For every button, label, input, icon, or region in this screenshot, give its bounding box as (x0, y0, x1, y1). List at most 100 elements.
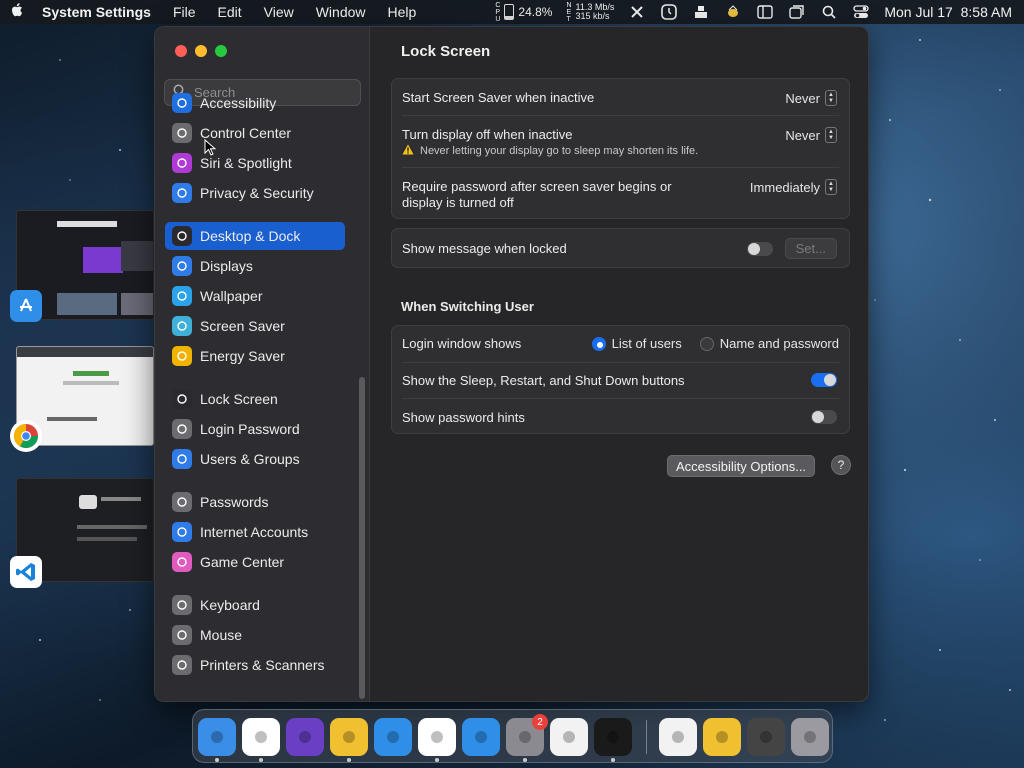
sidebar-item-label: Accessibility (200, 95, 277, 111)
password-hints-toggle[interactable] (811, 410, 837, 424)
bee-menu-icon[interactable] (724, 4, 742, 20)
safari-icon[interactable] (374, 718, 412, 756)
zoom-button[interactable] (215, 45, 227, 57)
sidebar-item-label: Desktop & Dock (200, 228, 301, 244)
menu-bar-status: C P U 24.8% N E T 11.3 Mb/s 315 kb/s Mon… (495, 0, 1012, 24)
menu-bar: System Settings File Edit View Window He… (0, 0, 1024, 24)
cpu-bar (504, 4, 515, 20)
sidebar-toggle-icon[interactable] (756, 4, 774, 20)
sidebar-scrollbar[interactable] (359, 377, 365, 699)
app-name-menu[interactable]: System Settings (42, 4, 151, 20)
sidebar-item-wallpaper[interactable]: Wallpaper (165, 282, 345, 310)
sidebar-item-displays[interactable]: Displays (165, 252, 345, 280)
control-center-icon (172, 123, 192, 143)
sidebar-item-internet-accounts[interactable]: Internet Accounts (165, 518, 345, 546)
running-indicator (215, 758, 219, 762)
sidebar-item-energy-saver[interactable]: Energy Saver (165, 342, 345, 370)
sidebar-item-passwords[interactable]: Passwords (165, 488, 345, 516)
document-icon[interactable] (659, 718, 697, 756)
downloads-icon[interactable] (747, 718, 785, 756)
sidebar-item-screen-saver[interactable]: Screen Saver (165, 312, 345, 340)
page-title: Lock Screen (401, 43, 491, 60)
sidebar-item-label: Printers & Scanners (200, 657, 325, 673)
menu-edit[interactable]: Edit (218, 4, 242, 20)
accessibility-icon (172, 93, 192, 113)
chevron-updown-icon: ▲ ▼ (825, 179, 837, 195)
chrome-thumb-icon[interactable] (10, 420, 42, 452)
sleep-restart-toggle[interactable] (811, 373, 837, 387)
settings-sidebar: Accessibility Control Center Siri & Spotli… (155, 27, 370, 701)
cpu-percent: 24.8% (518, 5, 553, 19)
vscode-icon[interactable] (242, 718, 280, 756)
network-monitor[interactable]: N E T 11.3 Mb/s 315 kb/s (566, 2, 614, 23)
lock-message-group: Show message when locked Set... (391, 228, 850, 268)
sidebar-item-keyboard[interactable]: Keyboard (165, 591, 345, 619)
menu-view[interactable]: View (264, 4, 294, 20)
password-hints-label: Show password hints (402, 410, 525, 425)
apple-menu-icon[interactable] (10, 2, 36, 23)
gear-icon[interactable]: 2 (506, 714, 548, 756)
menu-help[interactable]: Help (388, 4, 417, 20)
close-button[interactable] (175, 45, 187, 57)
tools-icon[interactable] (628, 4, 646, 20)
minimize-button[interactable] (195, 45, 207, 57)
radio-list-of-users[interactable]: List of users (591, 336, 682, 351)
app-store-thumb-icon[interactable] (10, 290, 42, 322)
set-message-button[interactable]: Set... (784, 238, 837, 259)
sidebar-item-users-groups[interactable]: Users & Groups (165, 445, 345, 473)
notification-badge: 2 (532, 714, 548, 730)
bee-icon[interactable] (703, 718, 741, 756)
mouse-pointer-icon (204, 139, 216, 156)
display-off-select[interactable]: Never ▲ ▼ (785, 127, 837, 143)
sidebar-item-login-password[interactable]: Login Password (165, 415, 345, 443)
require-password-label-line2: display is turned off (402, 195, 514, 210)
system-settings-window: Accessibility Control Center Siri & Spotli… (154, 26, 869, 702)
accessibility-options-button[interactable]: Accessibility Options... (667, 455, 816, 477)
siri-icon (172, 153, 192, 173)
visual-studio-icon[interactable] (286, 718, 324, 756)
sidebar-item-privacy-security[interactable]: Privacy & Security (165, 179, 345, 207)
sidebar-item-printers-scanners[interactable]: Printers & Scanners (165, 651, 345, 679)
finder-icon[interactable] (198, 718, 236, 756)
menu-bar-clock[interactable]: Mon Jul 17 8:58 AM (884, 4, 1012, 20)
chrome-icon[interactable] (418, 718, 456, 756)
sidebar-item-label: Keyboard (200, 597, 260, 613)
windows-icon[interactable] (788, 4, 806, 20)
password-hints-row: Show password hints (392, 410, 849, 430)
sidebar-item-lock-screen[interactable]: Lock Screen (165, 385, 345, 413)
login-window-row: Login window shows List of users Name an… (392, 336, 849, 356)
require-password-select[interactable]: Immediately ▲ ▼ (750, 179, 837, 195)
radio-name-and-password[interactable]: Name and password (699, 336, 839, 351)
clock-app-icon[interactable] (660, 4, 678, 20)
sidebar-item-mouse[interactable]: Mouse (165, 621, 345, 649)
pen-icon[interactable] (550, 718, 588, 756)
sidebar-item-control-center[interactable]: Control Center (165, 119, 345, 147)
sidebar-item-label: Internet Accounts (200, 524, 309, 540)
sidebar-item-game-center[interactable]: Game Center (165, 548, 345, 576)
bee-icon[interactable] (330, 718, 368, 756)
menu-window[interactable]: Window (316, 4, 366, 20)
running-indicator (611, 758, 615, 762)
trash-icon[interactable] (791, 718, 829, 756)
cpu-monitor[interactable]: C P U 24.8% (495, 2, 552, 23)
vscode-thumb-icon[interactable] (10, 556, 42, 588)
app-store-icon[interactable] (462, 718, 500, 756)
login-lock-icon (172, 419, 192, 439)
sidebar-item-siri-spotlight[interactable]: Siri & Spotlight (165, 149, 345, 177)
sidebar-item-label: Energy Saver (200, 348, 285, 364)
menu-file[interactable]: File (173, 4, 196, 20)
show-message-toggle[interactable] (746, 241, 773, 256)
sidebar-item-accessibility[interactable]: Accessibility (165, 89, 345, 117)
sidebar-item-desktop-dock[interactable]: Desktop & Dock (165, 222, 345, 250)
help-button[interactable]: ? (831, 455, 851, 475)
control-center-menu-icon[interactable] (852, 4, 870, 20)
sidebar-item-label: Privacy & Security (200, 185, 314, 201)
sidebar-item-label: Mouse (200, 627, 243, 643)
net-down-rate: 315 kb/s (575, 11, 610, 21)
upload-tray-icon[interactable] (692, 4, 710, 20)
lock-settings-group: Start Screen Saver when inactive Never ▲… (391, 78, 850, 219)
screen-saver-select[interactable]: Never ▲ ▼ (785, 90, 837, 106)
screen-saver-row: Start Screen Saver when inactive Never ▲… (392, 90, 849, 110)
spotlight-search-icon[interactable] (820, 4, 838, 20)
terminal-icon[interactable] (594, 718, 632, 756)
